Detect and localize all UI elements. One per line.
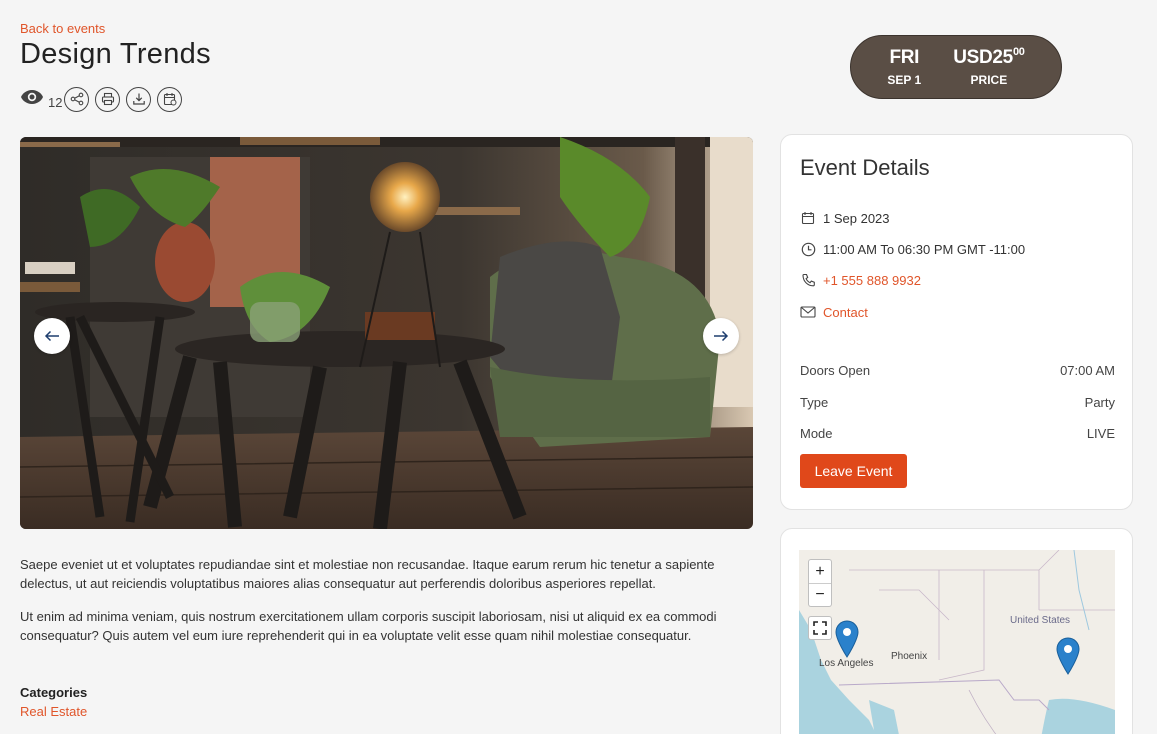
share-icon bbox=[70, 92, 84, 106]
map-pin-icon bbox=[1056, 637, 1080, 675]
calendar-icon bbox=[800, 210, 816, 226]
arrow-right-icon bbox=[714, 330, 729, 342]
event-date-row: 1 Sep 2023 bbox=[800, 210, 890, 226]
mode-row: Mode LIVE bbox=[800, 426, 1115, 441]
leave-event-button[interactable]: Leave Event bbox=[800, 454, 907, 488]
views-count: 12 bbox=[48, 94, 63, 110]
map-marker-los-angeles[interactable] bbox=[835, 620, 859, 663]
category-link[interactable]: Real Estate bbox=[20, 704, 87, 719]
event-details-card: Event Details 1 Sep 2023 11:00 AM To 06:… bbox=[780, 134, 1133, 510]
share-button[interactable] bbox=[64, 86, 90, 112]
event-phone-row: +1 555 888 9932 bbox=[800, 272, 921, 288]
phone-link[interactable]: +1 555 888 9932 bbox=[823, 273, 921, 288]
event-time-row: 11:00 AM To 06:30 PM GMT -11:00 bbox=[800, 241, 1025, 257]
event-actions: 12 bbox=[20, 86, 188, 112]
doors-open-label: Doors Open bbox=[800, 363, 871, 378]
calendar-add-icon bbox=[163, 93, 177, 106]
price-cents: 00 bbox=[1012, 46, 1025, 58]
page-title: Design Trends bbox=[20, 38, 211, 70]
fullscreen-button[interactable] bbox=[808, 616, 832, 640]
envelope-icon bbox=[800, 304, 816, 320]
location-map-card: + − Los Angeles Phoenix United States bbox=[780, 528, 1133, 734]
carousel-next-button[interactable] bbox=[703, 318, 739, 354]
event-photo bbox=[20, 137, 753, 529]
print-icon bbox=[101, 92, 115, 106]
categories-label: Categories bbox=[20, 685, 88, 700]
event-day: FRI bbox=[889, 47, 920, 68]
event-contact-row: Contact bbox=[800, 304, 868, 320]
map-label-phoenix: Phoenix bbox=[891, 651, 928, 662]
arrow-left-icon bbox=[44, 330, 59, 342]
views-counter: 12 bbox=[20, 88, 62, 111]
event-date: SEP 1 bbox=[887, 73, 922, 87]
download-button[interactable] bbox=[126, 86, 152, 112]
clock-icon bbox=[800, 241, 816, 257]
back-to-events-link[interactable]: Back to events bbox=[20, 21, 105, 36]
doors-open-value: 07:00 AM bbox=[1060, 363, 1115, 378]
map-marker-texas[interactable] bbox=[1056, 637, 1080, 680]
zoom-in-button[interactable]: + bbox=[809, 560, 831, 583]
contact-link[interactable]: Contact bbox=[823, 305, 868, 320]
fullscreen-icon bbox=[813, 621, 827, 635]
carousel-prev-button[interactable] bbox=[34, 318, 70, 354]
type-value: Party bbox=[1084, 395, 1115, 410]
add-to-calendar-button[interactable] bbox=[157, 86, 183, 112]
print-button[interactable] bbox=[95, 86, 121, 112]
map-pin-icon bbox=[835, 620, 859, 658]
mode-value: LIVE bbox=[1086, 426, 1115, 441]
zoom-control: + − bbox=[808, 559, 832, 607]
event-image-carousel[interactable] bbox=[20, 137, 753, 529]
event-price: USD2500 bbox=[953, 46, 1025, 69]
zoom-out-button[interactable]: − bbox=[809, 583, 831, 606]
description-paragraph-1: Saepe eveniet ut et voluptates repudiand… bbox=[20, 557, 715, 591]
price-label: PRICE bbox=[970, 73, 1008, 87]
mode-label: Mode bbox=[800, 426, 833, 441]
phone-icon bbox=[800, 272, 816, 288]
type-row: Type Party bbox=[800, 395, 1115, 410]
doors-open-row: Doors Open 07:00 AM bbox=[800, 363, 1115, 378]
event-date-text: 1 Sep 2023 bbox=[823, 210, 890, 226]
event-time-text: 11:00 AM To 06:30 PM GMT -11:00 bbox=[823, 241, 1026, 257]
location-map[interactable]: + − Los Angeles Phoenix United States bbox=[799, 550, 1115, 734]
download-icon bbox=[133, 93, 145, 105]
date-price-badge: FRI SEP 1 USD2500 PRICE bbox=[850, 35, 1062, 99]
type-label: Type bbox=[800, 395, 829, 410]
map-label-united-states: United States bbox=[1010, 615, 1071, 626]
event-details-title: Event Details bbox=[800, 155, 930, 180]
description-paragraph-2: Ut enim ad minima veniam, quis nostrum e… bbox=[20, 609, 717, 643]
eye-icon bbox=[20, 88, 44, 111]
price-main: USD25 bbox=[953, 47, 1013, 68]
